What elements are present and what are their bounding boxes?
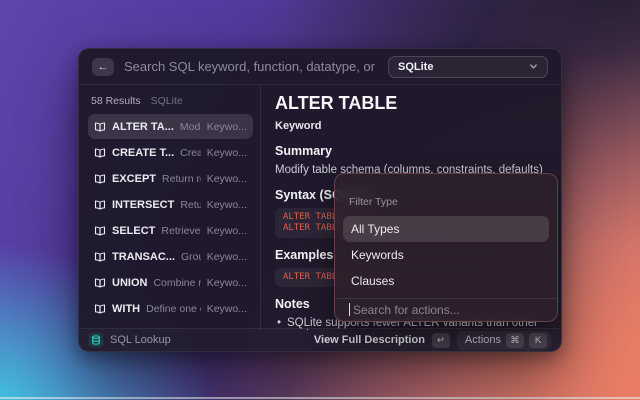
k-key-icon: K bbox=[529, 333, 547, 348]
actions-label: Actions bbox=[465, 334, 501, 346]
open-book-icon bbox=[94, 303, 106, 315]
filter-option-clauses[interactable]: Clauses bbox=[343, 268, 549, 294]
list-item-create-table[interactable]: CREATE T... Create a... Keywo... bbox=[88, 140, 253, 165]
app-name: SQL Lookup bbox=[110, 334, 171, 346]
return-key-icon: ↵ bbox=[432, 333, 450, 348]
list-item-subtitle: Define one or m... bbox=[146, 303, 201, 315]
detail-title: ALTER TABLE bbox=[275, 93, 547, 114]
list-item-title: TRANSAC... bbox=[112, 251, 175, 263]
list-item-accessory: Keywo... bbox=[207, 251, 247, 263]
list-item-with[interactable]: WITH Define one or m... Keywo... bbox=[88, 296, 253, 321]
list-item-subtitle: Create a... bbox=[180, 147, 201, 159]
list-item-title: EXCEPT bbox=[112, 173, 156, 185]
filter-option-keywords[interactable]: Keywords bbox=[343, 242, 549, 268]
list-item-accessory: Keywo... bbox=[207, 147, 247, 159]
database-icon bbox=[89, 333, 103, 347]
search-bar: ← Search SQL keyword, function, datatype… bbox=[79, 49, 561, 85]
list-item-select[interactable]: SELECT Retrieve colu... Keywo... bbox=[88, 218, 253, 243]
list-item-title: ALTER TA... bbox=[112, 121, 174, 133]
list-item-subtitle: Modify ta... bbox=[180, 121, 201, 133]
command-key-icon: ⌘ bbox=[506, 333, 524, 348]
results-scope: SQLite bbox=[151, 95, 183, 107]
list-item-title: CREATE T... bbox=[112, 147, 174, 159]
list-item-intersect[interactable]: INTERSECT Return ro... Keywo... bbox=[88, 192, 253, 217]
back-button[interactable]: ← bbox=[92, 58, 114, 76]
list-item-except[interactable]: EXCEPT Return rows f... Keywo... bbox=[88, 166, 253, 191]
actions-button[interactable]: Actions ⌘ K bbox=[457, 331, 551, 350]
list-item-alter-table[interactable]: ALTER TA... Modify ta... Keywo... bbox=[88, 114, 253, 139]
list-item-title: INTERSECT bbox=[112, 199, 174, 211]
chevron-down-icon bbox=[529, 62, 538, 71]
filter-option-all-types[interactable]: All Types bbox=[343, 216, 549, 242]
list-item-subtitle: Combine resul... bbox=[153, 277, 200, 289]
list-item-subtitle: Return rows f... bbox=[162, 173, 201, 185]
engine-dropdown-value: SQLite bbox=[398, 61, 433, 73]
list-item-accessory: Keywo... bbox=[207, 277, 247, 289]
filter-type-label: Filter Type bbox=[349, 196, 543, 208]
summary-heading: Summary bbox=[275, 144, 547, 158]
open-book-icon bbox=[94, 277, 106, 289]
arrow-left-icon: ← bbox=[98, 61, 109, 73]
list-item-accessory: Keywo... bbox=[207, 303, 247, 315]
list-item-subtitle: Retrieve colu... bbox=[161, 225, 200, 237]
actions-search-input[interactable]: Search for actions... bbox=[343, 299, 549, 321]
engine-dropdown[interactable]: SQLite bbox=[388, 56, 548, 78]
footer-bar: SQL Lookup View Full Description ↵ Actio… bbox=[79, 328, 561, 351]
list-item-union[interactable]: UNION Combine resul... Keywo... bbox=[88, 270, 253, 295]
actions-search-placeholder: Search for actions... bbox=[353, 303, 460, 317]
list-item-subtitle: Return ro... bbox=[180, 199, 200, 211]
results-count: 58 Results bbox=[91, 95, 141, 107]
open-book-icon bbox=[94, 121, 106, 133]
open-book-icon bbox=[94, 251, 106, 263]
open-book-icon bbox=[94, 147, 106, 159]
list-item-transaction[interactable]: TRANSAC... Group st... Keywo... bbox=[88, 244, 253, 269]
open-book-icon bbox=[94, 199, 106, 211]
results-list: 58 Results SQLite ALTER TA... Modify ta.… bbox=[79, 85, 260, 330]
detail-type-badge: Keyword bbox=[275, 120, 547, 132]
list-item-title: UNION bbox=[112, 277, 147, 289]
list-item-accessory: Keywo... bbox=[207, 173, 247, 185]
list-item-title: SELECT bbox=[112, 225, 155, 237]
list-item-accessory: Keywo... bbox=[207, 199, 247, 211]
list-item-title: WITH bbox=[112, 303, 140, 315]
results-header: 58 Results SQLite bbox=[88, 89, 253, 114]
view-full-description-button[interactable]: View Full Description bbox=[314, 334, 425, 346]
background-window-edge bbox=[0, 397, 640, 399]
filter-type-popup: Filter Type All Types Keywords Clauses S… bbox=[334, 173, 558, 322]
open-book-icon bbox=[94, 225, 106, 237]
list-item-accessory: Keywo... bbox=[207, 121, 247, 133]
list-item-subtitle: Group st... bbox=[181, 251, 201, 263]
open-book-icon bbox=[94, 173, 106, 185]
text-cursor bbox=[349, 303, 350, 316]
sql-lookup-window: ← Search SQL keyword, function, datatype… bbox=[78, 48, 562, 352]
search-input[interactable]: Search SQL keyword, function, datatype, … bbox=[124, 59, 378, 74]
list-item-accessory: Keywo... bbox=[207, 225, 247, 237]
